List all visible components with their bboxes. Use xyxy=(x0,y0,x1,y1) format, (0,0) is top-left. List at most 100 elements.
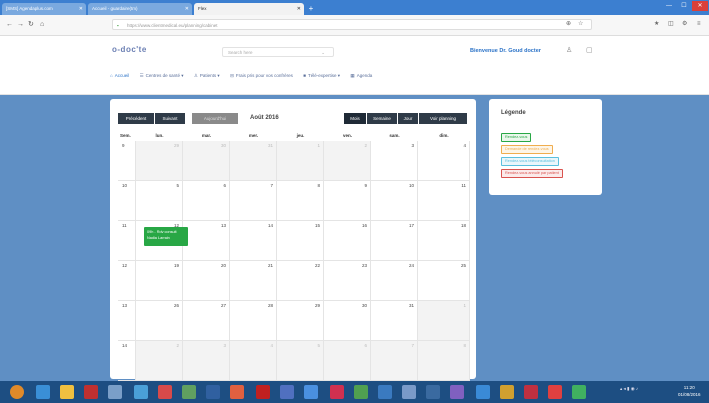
nav-item-tele-expertise[interactable]: ■ Télé-expertise ▾ xyxy=(303,71,340,81)
close-tab-icon[interactable]: ✕ xyxy=(297,3,301,15)
view-planning-button[interactable]: Voir planning xyxy=(419,113,467,124)
app-icon[interactable] xyxy=(500,385,514,399)
today-button[interactable]: Aujourd'hui xyxy=(192,113,238,124)
day-cell[interactable]: 8 xyxy=(277,181,324,221)
app-icon[interactable] xyxy=(158,385,172,399)
day-cell[interactable]: 11 xyxy=(418,181,470,221)
app-icon[interactable] xyxy=(280,385,294,399)
day-cell[interactable]: 20 xyxy=(183,261,230,301)
browser-tab-3[interactable]: Flex ✕ xyxy=(194,3,304,15)
day-cell[interactable]: 1 xyxy=(418,301,470,341)
search-icon[interactable]: ⌄ xyxy=(321,48,325,58)
day-cell[interactable]: 30 xyxy=(324,301,371,341)
address-bar[interactable]: ▪ https://www.clientmedical.eu/planning/… xyxy=(112,19,592,30)
day-cell[interactable]: 6 xyxy=(183,181,230,221)
day-cell[interactable]: 29 xyxy=(136,141,183,181)
day-cell[interactable]: 30 xyxy=(183,141,230,181)
day-cell[interactable]: 7 xyxy=(371,341,418,381)
user-icon[interactable]: ♙ xyxy=(566,46,572,54)
browser-tab-2[interactable]: Accueil - guardaire(tm) ✕ xyxy=(88,3,192,15)
app-icon[interactable] xyxy=(426,385,440,399)
welcome-link[interactable]: Bienvenue Dr. Goud docter xyxy=(470,48,541,54)
new-tab-button[interactable]: + xyxy=(306,4,316,13)
app-icon[interactable] xyxy=(182,385,196,399)
day-cell[interactable]: 6 xyxy=(324,341,371,381)
app-icon[interactable] xyxy=(330,385,344,399)
view-day-button[interactable]: Jour xyxy=(398,113,418,124)
day-cell[interactable]: 9 xyxy=(324,181,371,221)
app-icon[interactable] xyxy=(304,385,318,399)
day-cell[interactable]: 3 xyxy=(371,141,418,181)
nav-item-frais[interactable]: ⊟ Frais pris pour vos confrères xyxy=(230,71,293,81)
close-tab-icon[interactable]: ✕ xyxy=(185,3,189,15)
day-cell[interactable]: 31 xyxy=(230,141,277,181)
view-week-button[interactable]: Semaine xyxy=(367,113,397,124)
day-cell[interactable]: 29 xyxy=(277,301,324,341)
day-cell[interactable]: 14 xyxy=(230,221,277,261)
app-icon[interactable] xyxy=(548,385,562,399)
day-cell[interactable]: 3 xyxy=(183,341,230,381)
day-cell[interactable]: 15 xyxy=(277,221,324,261)
taskbar-clock[interactable]: 11:20 01/08/2016 xyxy=(678,384,701,398)
nav-item-agenda[interactable]: ▦ Agenda xyxy=(350,71,372,81)
day-cell[interactable]: 31 xyxy=(371,301,418,341)
app-icon[interactable] xyxy=(134,385,148,399)
app-icon[interactable] xyxy=(524,385,538,399)
maximize-icon[interactable]: ☐ xyxy=(677,1,691,11)
day-cell[interactable]: 1 xyxy=(277,141,324,181)
back-icon[interactable]: ← xyxy=(6,20,13,29)
reload-icon[interactable]: ↻ xyxy=(28,20,34,29)
site-logo[interactable]: o-doc'te xyxy=(112,45,147,54)
forward-icon[interactable]: → xyxy=(17,20,24,29)
app-icon[interactable] xyxy=(108,385,122,399)
day-cell[interactable]: 5 xyxy=(277,341,324,381)
day-cell[interactable]: 22 xyxy=(277,261,324,301)
day-cell[interactable]: 2 xyxy=(136,341,183,381)
day-cell[interactable]: 2 xyxy=(324,141,371,181)
zoom-icon[interactable]: ⊕ xyxy=(566,19,571,30)
explorer-icon[interactable] xyxy=(60,385,74,399)
day-cell[interactable]: 18 xyxy=(418,221,470,261)
day-cell[interactable]: 19 xyxy=(136,261,183,301)
day-cell[interactable]: 8 xyxy=(418,341,470,381)
app-icon[interactable] xyxy=(476,385,490,399)
day-cell[interactable]: 5 xyxy=(136,181,183,221)
reader-icon[interactable]: ◫ xyxy=(668,19,674,30)
day-cell[interactable]: 4 xyxy=(418,141,470,181)
start-button-icon[interactable] xyxy=(10,385,24,399)
day-cell[interactable]: 27 xyxy=(183,301,230,341)
minimize-icon[interactable]: — xyxy=(662,1,676,11)
app-icon[interactable] xyxy=(256,385,270,399)
calendar-event[interactable]: 09h - Rdv consult Nadia Larrain xyxy=(144,227,188,246)
system-tray[interactable]: ▴ ◂ ▮ ◉ ♪ xyxy=(620,385,638,392)
nav-item-accueil[interactable]: ⌂ Accueil xyxy=(110,71,129,81)
browser-tab-1[interactable]: [SMS] Agendaplus.com ✕ xyxy=(2,3,86,15)
day-cell[interactable]: 17 xyxy=(371,221,418,261)
app-icon[interactable] xyxy=(450,385,464,399)
next-button[interactable]: Suivant xyxy=(155,113,185,124)
app-icon[interactable] xyxy=(572,385,586,399)
day-cell[interactable]: 25 xyxy=(418,261,470,301)
extension-icon[interactable]: ★ xyxy=(654,19,659,30)
app-icon[interactable] xyxy=(230,385,244,399)
bookmark-star-icon[interactable]: ☆ xyxy=(578,19,583,30)
day-cell[interactable]: 26 xyxy=(136,301,183,341)
search-input[interactable]: Search here ⌄ xyxy=(222,47,334,57)
day-cell[interactable]: 16 xyxy=(324,221,371,261)
home-icon[interactable]: ⌂ xyxy=(40,20,44,29)
ie-icon[interactable] xyxy=(36,385,50,399)
app-icon[interactable] xyxy=(84,385,98,399)
day-cell[interactable]: 21 xyxy=(230,261,277,301)
notification-icon[interactable]: ▢ xyxy=(586,46,593,54)
app-icon[interactable] xyxy=(402,385,416,399)
app-icon[interactable] xyxy=(378,385,392,399)
day-cell[interactable]: 24 xyxy=(371,261,418,301)
day-cell[interactable]: 13 xyxy=(183,221,230,261)
day-cell[interactable]: 23 xyxy=(324,261,371,301)
close-tab-icon[interactable]: ✕ xyxy=(79,3,83,15)
previous-button[interactable]: Précédent xyxy=(118,113,154,124)
day-cell[interactable]: 28 xyxy=(230,301,277,341)
nav-item-centres[interactable]: ☰ Centres de santé ▾ xyxy=(140,71,184,81)
app-icon[interactable] xyxy=(354,385,368,399)
day-cell[interactable]: 4 xyxy=(230,341,277,381)
